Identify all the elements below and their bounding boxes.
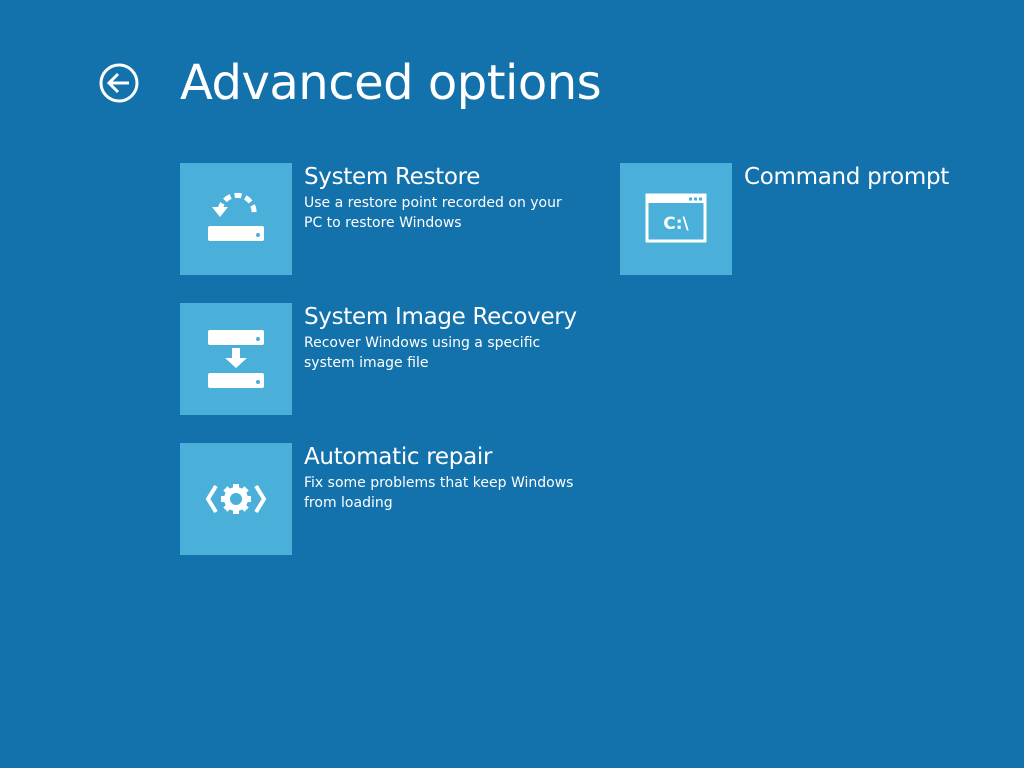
option-command-prompt[interactable]: C:\ Command prompt <box>620 163 1020 275</box>
back-arrow-circle-icon <box>99 63 139 103</box>
option-label: Automatic repair <box>304 444 493 470</box>
option-tile <box>180 303 292 415</box>
option-system-restore[interactable]: System Restore Use a restore point recor… <box>180 163 600 275</box>
system-image-recovery-icon <box>208 330 264 388</box>
option-label: Command prompt <box>744 164 949 190</box>
option-system-image-recovery[interactable]: System Image Recovery Recover Windows us… <box>180 303 600 415</box>
back-button[interactable] <box>99 63 139 103</box>
command-prompt-icon: C:\ <box>645 193 707 243</box>
option-description: Recover Windows using a specific system … <box>304 335 541 371</box>
option-description: Use a restore point recorded on your PC … <box>304 195 562 231</box>
system-restore-icon <box>208 192 264 241</box>
option-automatic-repair[interactable]: Automatic repair Fix some problems that … <box>180 443 600 555</box>
option-label: System Restore <box>304 164 481 190</box>
command-prompt-icon-text: C:\ <box>663 214 689 234</box>
option-tile <box>180 443 292 555</box>
option-label: System Image Recovery <box>304 304 577 330</box>
page-title: Advanced options <box>180 55 602 111</box>
automatic-repair-icon <box>205 484 267 514</box>
advanced-options-screen: Advanced options System Restore Use a re… <box>0 0 1024 768</box>
option-description: Fix some problems that keep Windows from… <box>304 475 574 511</box>
option-tile <box>180 163 292 275</box>
option-tile: C:\ <box>620 163 732 275</box>
